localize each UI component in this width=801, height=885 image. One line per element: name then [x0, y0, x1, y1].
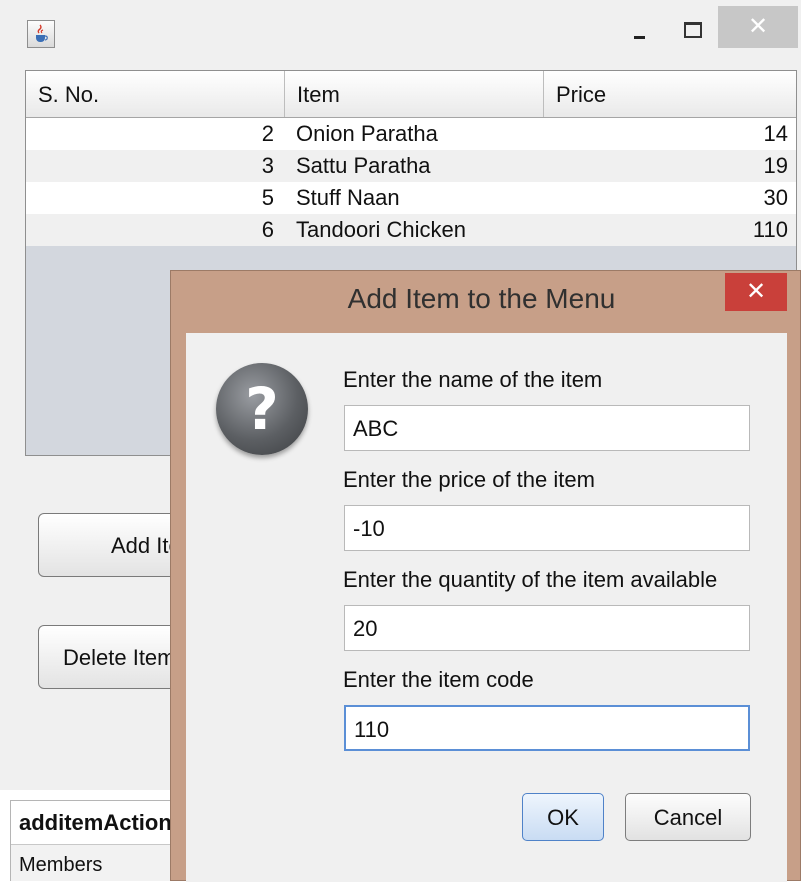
column-header-item[interactable]: Item [285, 71, 544, 117]
table-header: S. No. Item Price [26, 71, 796, 118]
item-name-label: Enter the name of the item [343, 367, 603, 392]
item-quantity-label: Enter the quantity of the item available [343, 567, 718, 592]
cell-sno: 6 [261, 217, 274, 242]
cell-item: Onion Paratha [296, 121, 438, 146]
ok-button[interactable]: OK [522, 793, 604, 841]
question-mark-glyph: ? [245, 375, 279, 443]
cell-sno: 5 [261, 185, 274, 210]
dialog-body: ? Enter the name of the item ABC Enter t… [186, 333, 787, 882]
item-code-label: Enter the item code [343, 667, 534, 692]
table-row[interactable]: 5 Stuff Naan 30 [26, 182, 796, 214]
maximize-button[interactable] [672, 14, 712, 44]
cell-sno: 2 [261, 121, 274, 146]
add-item-dialog: Add Item to the Menu ✕ ? Enter the name … [170, 270, 801, 882]
column-header-price[interactable]: Price [544, 71, 796, 117]
dialog-close-button[interactable]: ✕ [725, 273, 787, 311]
cell-item: Tandoori Chicken [296, 217, 466, 242]
cell-sno: 3 [261, 153, 274, 178]
item-code-input[interactable]: 110 [344, 705, 750, 751]
item-quantity-input[interactable]: 20 [344, 605, 750, 651]
cell-price: 30 [763, 185, 788, 210]
column-header-sno[interactable]: S. No. [26, 71, 285, 117]
item-price-label: Enter the price of the item [343, 467, 595, 492]
cell-price: 19 [763, 153, 788, 178]
title-bar[interactable]: ✕ [0, 0, 801, 62]
minimize-button[interactable] [620, 18, 660, 48]
window-close-button[interactable]: ✕ [718, 6, 798, 48]
cancel-button[interactable]: Cancel [625, 793, 751, 841]
java-cup-icon[interactable] [27, 20, 55, 48]
close-icon: ✕ [745, 278, 767, 305]
table-row[interactable]: 6 Tandoori Chicken 110 [26, 214, 796, 246]
item-name-input[interactable]: ABC [344, 405, 750, 451]
cell-price: 110 [752, 217, 788, 242]
cell-item: Sattu Paratha [296, 153, 431, 178]
cell-price: 14 [763, 121, 788, 146]
question-icon: ? [216, 363, 308, 455]
table-row[interactable]: 2 Onion Paratha 14 [26, 118, 796, 150]
item-price-input[interactable]: -10 [344, 505, 750, 551]
table-row[interactable]: 3 Sattu Paratha 19 [26, 150, 796, 182]
dialog-title: Add Item to the Menu [347, 283, 616, 314]
cell-item: Stuff Naan [296, 185, 400, 210]
close-icon: ✕ [747, 13, 769, 40]
